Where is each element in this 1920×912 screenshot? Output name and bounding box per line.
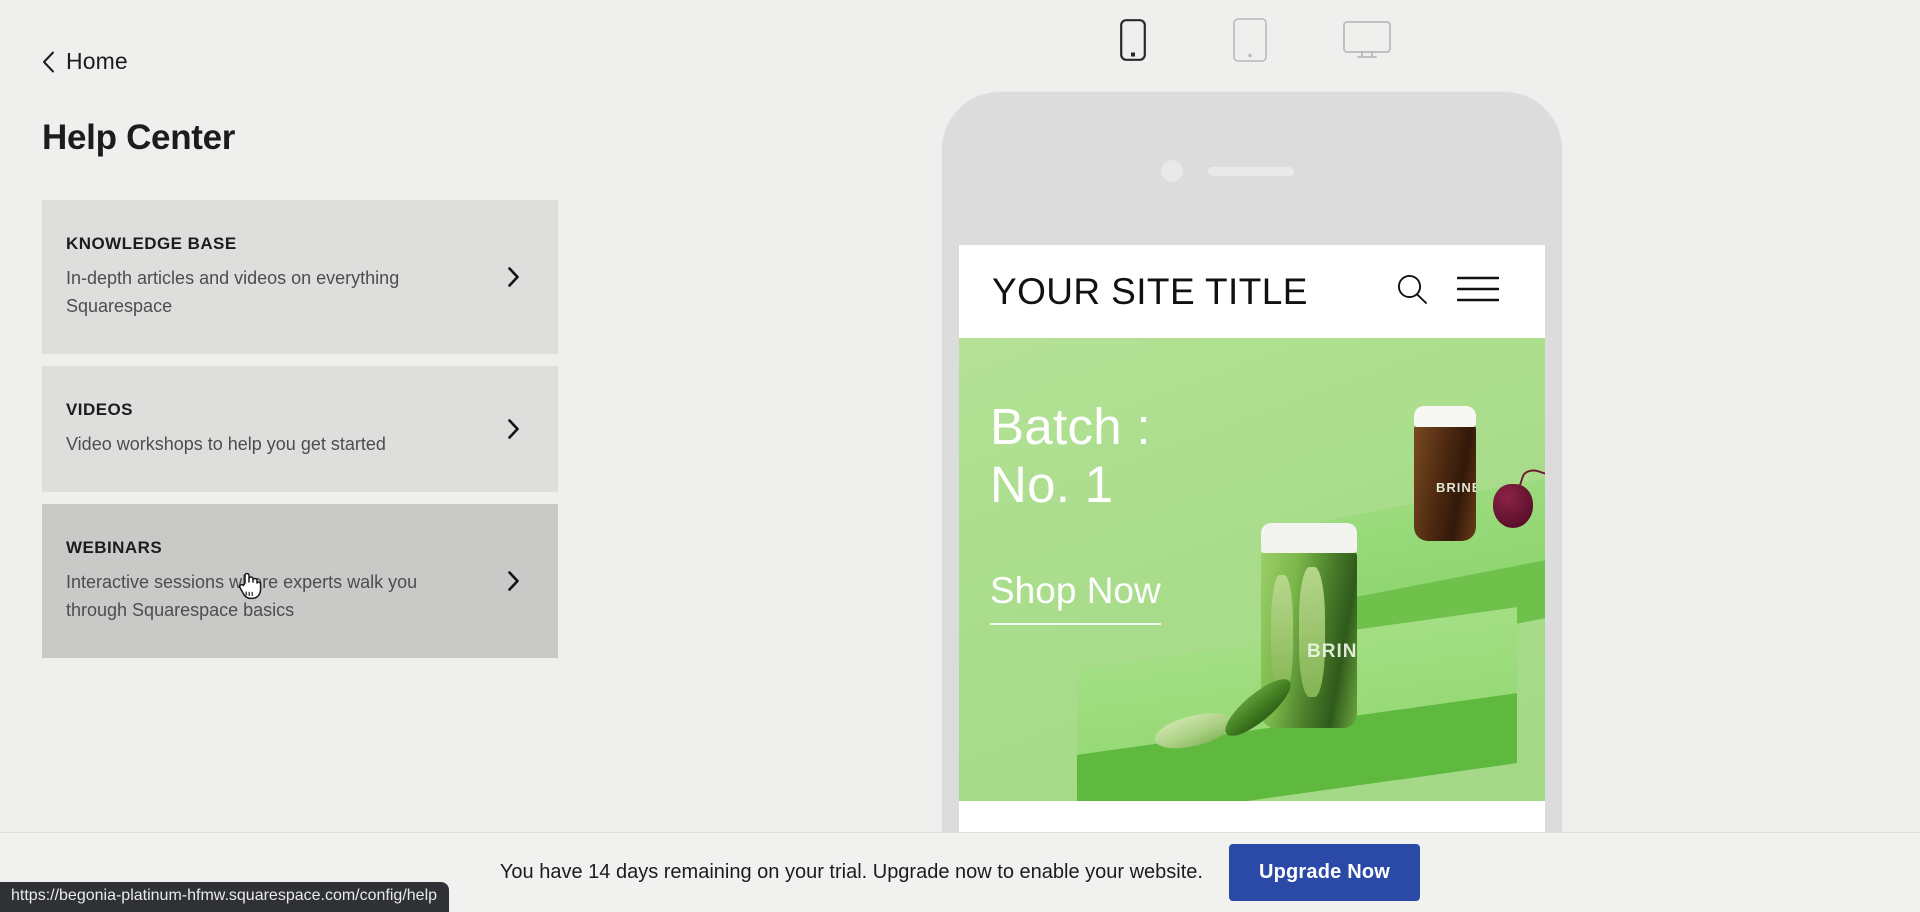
phone-screen: YOUR SITE TITLE BRIN BRIN Batch: No. 1 … — [959, 245, 1545, 868]
chevron-left-icon — [42, 51, 55, 73]
hamburger-menu-icon[interactable] — [1456, 275, 1500, 308]
help-card-description: Video workshops to help you get started — [66, 434, 386, 455]
preview-site-header: YOUR SITE TITLE — [959, 245, 1545, 338]
left-panel: Home Help Center KNOWLEDGE BASE In-depth… — [0, 0, 940, 868]
trial-message: You have 14 days remaining on your trial… — [499, 861, 1203, 883]
jar-lid — [1261, 523, 1357, 553]
phone-speaker-grill — [1208, 167, 1294, 176]
help-center-page: Home Help Center KNOWLEDGE BASE In-depth… — [0, 0, 1920, 912]
help-card-videos[interactable]: VIDEOS Video workshops to help you get s… — [42, 366, 558, 493]
help-card-description: Interactive sessions where experts walk … — [66, 572, 418, 621]
help-card-title: VIDEOS — [66, 400, 133, 420]
chevron-right-icon — [507, 571, 520, 592]
hero-jar-secondary: BRINE — [1414, 406, 1476, 541]
preview-hero-banner: BRINE BRINE — [959, 338, 1545, 801]
chevron-right-icon — [507, 267, 520, 287]
hero-beet — [1493, 484, 1533, 528]
help-card-list: KNOWLEDGE BASE In-depth articles and vid… — [42, 200, 558, 659]
browser-status-url: https://begonia-platinum-hfmw.squarespac… — [0, 882, 450, 912]
hero-shop-now-link[interactable]: Shop Now — [990, 570, 1161, 626]
upgrade-now-button[interactable]: Upgrade Now — [1228, 844, 1421, 901]
help-card-title: KNOWLEDGE BASE — [66, 234, 237, 253]
jar-label-text: BRINE — [1436, 480, 1476, 495]
preview-header-icons — [1395, 272, 1500, 311]
site-preview-stage: YOUR SITE TITLE BRIN BRIN Batch: No. 1 … — [940, 0, 1920, 868]
preview-site-title: YOUR SITE TITLE — [992, 270, 1308, 312]
back-link-label: Home — [66, 48, 128, 74]
help-card-title: WEBINARS — [66, 538, 163, 558]
hero-text-block: Batch : No. 1 Shop Now — [990, 398, 1161, 626]
back-to-home-link[interactable]: Home — [42, 48, 128, 75]
phone-frame: YOUR SITE TITLE BRIN BRIN Batch: No. 1 … — [942, 92, 1562, 868]
hero-heading: Batch : No. 1 — [990, 398, 1151, 514]
jar-lid — [1414, 406, 1476, 427]
chevron-right-icon — [507, 419, 520, 439]
jar-label-text: BRINE — [1307, 641, 1357, 662]
help-card-knowledge-base[interactable]: KNOWLEDGE BASE In-depth articles and vid… — [42, 200, 558, 355]
search-icon[interactable] — [1395, 272, 1429, 311]
help-card-description: In-depth articles and videos on everythi… — [66, 268, 400, 317]
jar-pickle — [1271, 575, 1293, 693]
jar-pickle — [1299, 567, 1325, 697]
help-card-webinars[interactable]: WEBINARS Interactive sessions where expe… — [42, 504, 558, 659]
phone-camera-dot — [1161, 160, 1183, 182]
page-title: Help Center — [42, 118, 236, 157]
